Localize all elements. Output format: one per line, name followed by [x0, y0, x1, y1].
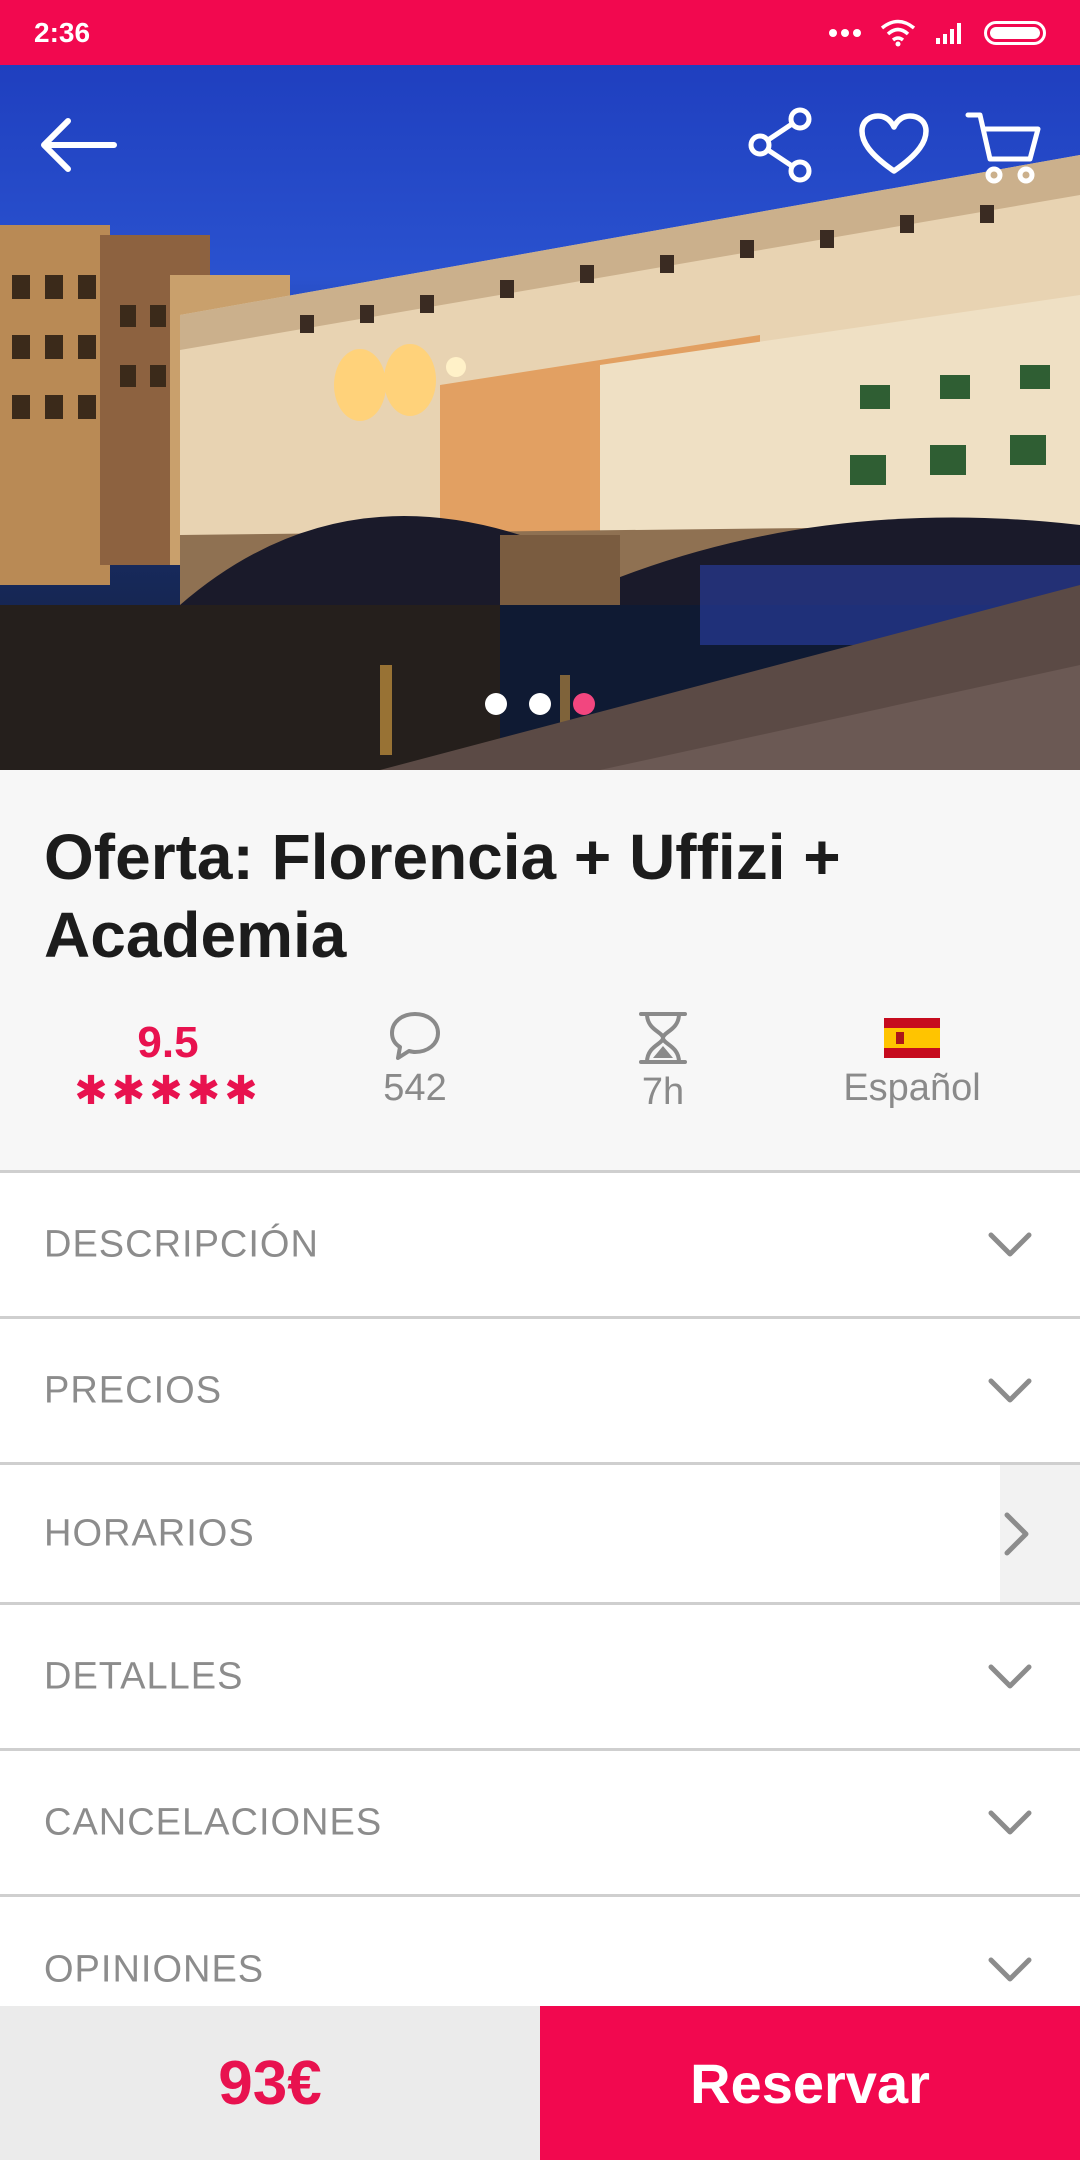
section-label: DETALLES: [44, 1655, 244, 1697]
section-label: CANCELACIONES: [44, 1801, 383, 1843]
rating-value: 9.5: [137, 1018, 199, 1067]
status-time: 2:36: [34, 16, 91, 48]
battery-icon: [984, 20, 1046, 45]
chevron-down-icon: [988, 1232, 1032, 1256]
page-title: Oferta: Florencia + Uffizi + Academia: [44, 821, 841, 971]
section-cancelaciones[interactable]: CANCELACIONES: [0, 1751, 1080, 1897]
section-detalles[interactable]: DETALLES: [0, 1605, 1080, 1751]
tour-stats: 9.5 ✱✱✱✱✱ 542 7h Español: [0, 1010, 1080, 1150]
section-label: HORARIOS: [44, 1512, 255, 1554]
carousel-dot-active[interactable]: [573, 693, 595, 715]
reviews-stat[interactable]: 542: [285, 1010, 545, 1110]
section-precios[interactable]: PRECIOS: [0, 1319, 1080, 1465]
bottom-action-bar: 93€ Reservar: [0, 2006, 1080, 2160]
reservar-button[interactable]: Reservar: [540, 2006, 1080, 2160]
heart-icon[interactable]: [858, 113, 930, 177]
spain-flag-icon: [884, 1018, 940, 1058]
section-label: OPINIONES: [44, 1948, 265, 1991]
more-dots-icon: [829, 28, 861, 37]
signal-icon: [936, 22, 961, 44]
cart-icon[interactable]: [964, 109, 1044, 185]
chevron-right-icon: [1004, 1512, 1029, 1555]
comment-icon: [390, 1012, 440, 1060]
chevron-down-icon: [988, 1957, 1032, 1982]
tour-info-panel: Oferta: Florencia + Uffizi + Academia 9.…: [0, 770, 1080, 1173]
carousel-dot[interactable]: [485, 693, 507, 715]
chevron-down-icon: [988, 1378, 1032, 1402]
rating-stars-icon: ✱✱✱✱✱: [74, 1069, 262, 1113]
section-list: DESCRIPCIÓN PRECIOS HORARIOS DETALLES CA…: [0, 1173, 1080, 2043]
status-bar: 2:36: [0, 0, 1080, 65]
language-value: Español: [843, 1067, 981, 1109]
reviews-count: 542: [383, 1067, 447, 1109]
language-stat: Español: [782, 1010, 1042, 1110]
back-arrow-icon[interactable]: [38, 115, 118, 175]
status-icons: [828, 19, 1046, 47]
section-horarios[interactable]: HORARIOS: [0, 1465, 1080, 1605]
hero-image-carousel[interactable]: [0, 65, 1080, 770]
share-icon[interactable]: [748, 107, 814, 183]
duration-stat: 7h: [533, 1010, 793, 1114]
chevron-down-icon: [988, 1664, 1032, 1688]
rating-stat[interactable]: 9.5 ✱✱✱✱✱: [38, 1018, 298, 1114]
hourglass-icon: [639, 1012, 687, 1064]
duration-value: 7h: [641, 1071, 685, 1113]
chevron-down-icon: [988, 1810, 1032, 1834]
section-label: DESCRIPCIÓN: [44, 1223, 319, 1265]
price-label: 93€: [0, 2006, 540, 2160]
section-label: PRECIOS: [44, 1369, 223, 1411]
carousel-indicator[interactable]: [0, 693, 1080, 715]
carousel-dot[interactable]: [529, 693, 551, 715]
wifi-icon: [880, 19, 916, 46]
section-descripcion[interactable]: DESCRIPCIÓN: [0, 1173, 1080, 1319]
